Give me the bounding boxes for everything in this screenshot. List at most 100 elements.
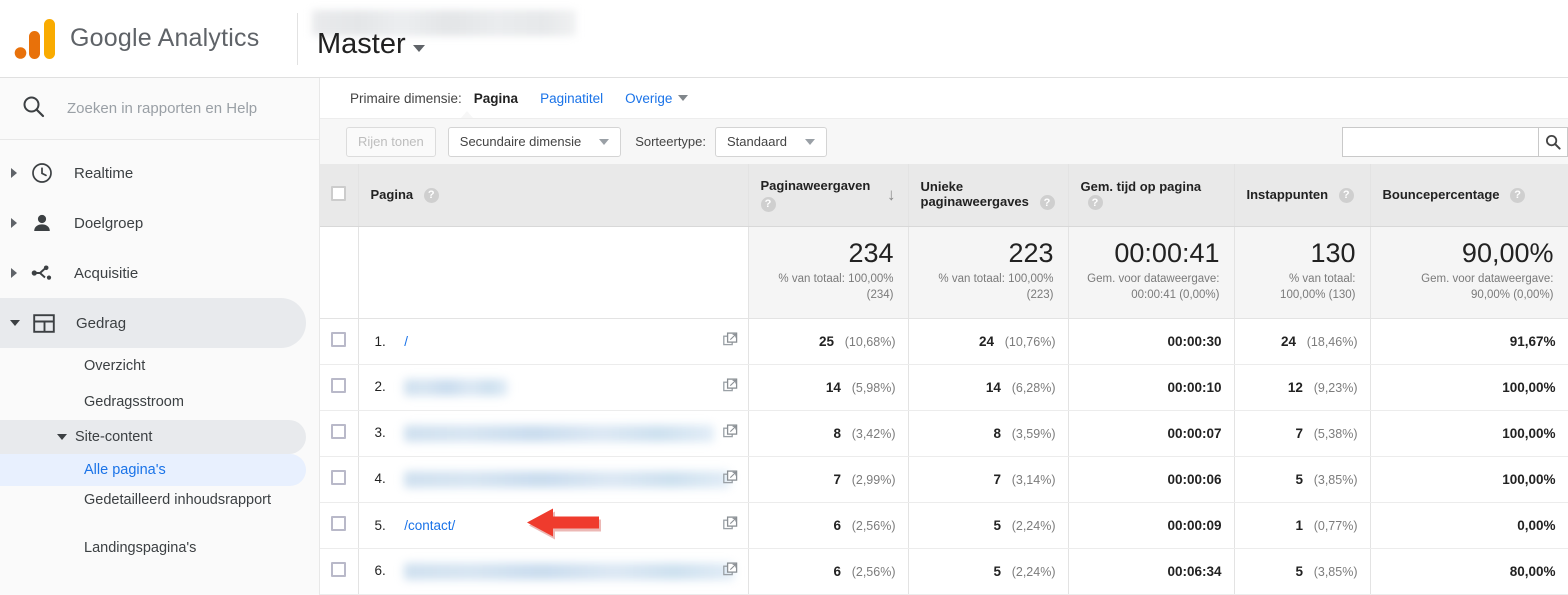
open-in-new-window-icon[interactable] bbox=[722, 562, 738, 580]
unique-pageviews-value: 5 bbox=[993, 517, 1001, 533]
sidebar-nav: Realtime Doelgroep Acquisitie Gedrag Ove… bbox=[0, 140, 319, 566]
unique-pageviews-cell: 14 (6,28%) bbox=[908, 364, 1069, 411]
totals-unique-pageviews: 223 % van totaal: 100,00% (223) bbox=[908, 226, 1069, 319]
open-in-new-window-icon[interactable] bbox=[722, 516, 738, 534]
pageviews-value: 8 bbox=[833, 425, 841, 441]
help-icon[interactable]: ? bbox=[1338, 187, 1354, 203]
chevron-down-icon bbox=[805, 138, 816, 145]
column-header-label: Bouncepercentage bbox=[1382, 186, 1500, 202]
secondary-dimension-button[interactable]: Secundaire dimensie bbox=[447, 126, 622, 157]
row-checkbox[interactable] bbox=[331, 424, 347, 439]
pageviews-value: 6 bbox=[833, 563, 841, 579]
row-select-cell[interactable] bbox=[320, 318, 359, 365]
row-select-cell[interactable] bbox=[320, 456, 359, 503]
pageviews-percent: (5,98%) bbox=[851, 380, 896, 395]
totals-subtext: % van totaal: 100,00% (234) bbox=[778, 272, 894, 302]
sidebar-subitem-label: Site-content bbox=[75, 429, 153, 445]
row-select-cell[interactable] bbox=[320, 548, 359, 595]
entrances-percent: (3,85%) bbox=[1313, 472, 1358, 487]
open-in-new-window-icon[interactable] bbox=[722, 332, 738, 350]
avg-time-cell: 00:00:30 bbox=[1068, 318, 1235, 365]
sidebar-subitem-gedragsstroom[interactable]: Gedragsstroom bbox=[0, 384, 306, 420]
row-select-cell[interactable] bbox=[320, 502, 359, 549]
totals-value: 223 bbox=[1008, 237, 1054, 268]
entrances-value: 5 bbox=[1295, 471, 1303, 487]
unique-pageviews-value: 7 bbox=[993, 471, 1001, 487]
help-icon[interactable]: ? bbox=[1510, 187, 1526, 203]
help-icon[interactable]: ? bbox=[760, 196, 776, 212]
select-all-checkbox[interactable] bbox=[331, 185, 347, 201]
page-path-link[interactable]: /contact/ bbox=[404, 518, 455, 533]
unique-pageviews-cell: 5 (2,24%) bbox=[908, 548, 1069, 595]
help-icon[interactable]: ? bbox=[1039, 195, 1055, 211]
help-icon[interactable]: ? bbox=[423, 187, 439, 203]
unique-pageviews-cell: 24 (10,76%) bbox=[908, 318, 1069, 365]
google-analytics-logo bbox=[14, 18, 58, 60]
row-checkbox[interactable] bbox=[331, 470, 347, 485]
sidebar-item-label: Gedrag bbox=[76, 314, 127, 332]
totals-pageviews: 234 % van totaal: 100,00% (234) bbox=[748, 226, 909, 319]
page-cell: 6. bbox=[358, 548, 749, 595]
report-content: Primaire dimensie: Pagina Paginatitel Ov… bbox=[320, 78, 1568, 595]
open-in-new-window-icon[interactable] bbox=[722, 470, 738, 488]
sidebar-subitem-label: Overzicht bbox=[84, 358, 146, 374]
page-path-link[interactable]: / bbox=[404, 334, 408, 349]
chevron-down-icon bbox=[412, 45, 425, 52]
entrances-percent: (9,23%) bbox=[1313, 380, 1358, 395]
column-header-paginaweergaven[interactable]: Paginaweergaven ? ↓ bbox=[748, 164, 909, 227]
pageviews-cell: 14 (5,98%) bbox=[748, 364, 909, 411]
table-row: 1. / 25 (10,68%) 24 (10,76%) 00:00:30 24… bbox=[320, 318, 1568, 365]
row-checkbox[interactable] bbox=[331, 332, 347, 347]
pageviews-value: 6 bbox=[833, 517, 841, 533]
sidebar-search-row[interactable] bbox=[0, 78, 319, 140]
select-all-header[interactable] bbox=[320, 164, 359, 227]
sidebar-item-realtime[interactable]: Realtime bbox=[0, 148, 319, 198]
row-rank: 4. bbox=[374, 470, 386, 486]
arrow-down-icon[interactable]: ↓ bbox=[881, 186, 896, 203]
entrances-cell: 1 (0,77%) bbox=[1234, 502, 1371, 549]
open-in-new-window-icon[interactable] bbox=[722, 378, 738, 396]
open-in-new-window-icon[interactable] bbox=[722, 424, 738, 442]
row-checkbox[interactable] bbox=[331, 562, 347, 577]
primary-dimension-bar: Primaire dimensie: Pagina Paginatitel Ov… bbox=[320, 78, 1568, 118]
dimension-tab-paginatitel[interactable]: Paginatitel bbox=[540, 91, 603, 106]
sidebar-subitem-alle-paginas[interactable]: Alle pagina's bbox=[0, 454, 306, 486]
sidebar-item-acquisitie[interactable]: Acquisitie bbox=[0, 248, 319, 298]
search-input[interactable] bbox=[65, 99, 275, 118]
column-header-label: Instappunten bbox=[1246, 186, 1329, 202]
help-icon[interactable]: ? bbox=[1087, 195, 1103, 211]
column-header-unieke-paginaweergaves[interactable]: Unieke paginaweergaves ? bbox=[908, 164, 1069, 227]
row-checkbox[interactable] bbox=[331, 516, 347, 531]
column-header-gem-tijd-op-pagina[interactable]: Gem. tijd op pagina ? bbox=[1068, 164, 1235, 227]
sidebar: Realtime Doelgroep Acq bbox=[0, 78, 320, 595]
row-rank: 5. bbox=[374, 517, 386, 533]
dimension-tab-pagina[interactable]: Pagina bbox=[474, 91, 518, 106]
row-select-cell[interactable] bbox=[320, 410, 359, 457]
column-header-pagina[interactable]: Pagina ? bbox=[358, 164, 749, 227]
bounce-rate-cell: 100,00% bbox=[1370, 456, 1568, 503]
sidebar-subitem-overzicht[interactable]: Overzicht bbox=[0, 348, 306, 384]
totals-subtext: % van totaal: 100,00% (223) bbox=[938, 272, 1054, 302]
totals-avg-time: 00:00:41 Gem. voor dataweergave: 00:00:4… bbox=[1068, 226, 1235, 319]
unique-pageviews-percent: (3,59%) bbox=[1011, 426, 1056, 441]
sidebar-item-doelgroep[interactable]: Doelgroep bbox=[0, 198, 319, 248]
row-checkbox[interactable] bbox=[331, 378, 347, 393]
table-row: 6. 6 (2,56%) 5 (2,24%) 00:06:34 5 (3,85%… bbox=[320, 548, 1568, 595]
page-cell: 5. /contact/ bbox=[358, 502, 749, 549]
view-selector[interactable]: Master bbox=[317, 30, 425, 59]
column-header-bouncepercentage[interactable]: Bouncepercentage ? bbox=[1370, 164, 1568, 227]
row-select-cell[interactable] bbox=[320, 364, 359, 411]
show-rows-button[interactable]: Rijen tonen bbox=[346, 126, 436, 157]
sidebar-subitem-gedetailleerd-inhoudsrapport[interactable]: Gedetailleerd inhoudsrapport bbox=[0, 486, 306, 530]
column-header-instappunten[interactable]: Instappunten ? bbox=[1234, 164, 1371, 227]
sidebar-item-gedrag[interactable]: Gedrag bbox=[0, 298, 306, 348]
table-search-button[interactable] bbox=[1538, 127, 1568, 157]
sort-type-select[interactable]: Standaard bbox=[715, 126, 828, 157]
page-cell: 3. bbox=[358, 410, 749, 457]
table-search-input[interactable] bbox=[1342, 127, 1538, 157]
dimension-tab-overige[interactable]: Overige bbox=[625, 91, 689, 106]
totals-label-cell bbox=[358, 226, 749, 319]
sidebar-subitem-site-content[interactable]: Site-content bbox=[0, 420, 306, 454]
page-path-redacted bbox=[404, 470, 731, 488]
sidebar-subitem-landingspaginas[interactable]: Landingspagina's bbox=[0, 530, 306, 566]
